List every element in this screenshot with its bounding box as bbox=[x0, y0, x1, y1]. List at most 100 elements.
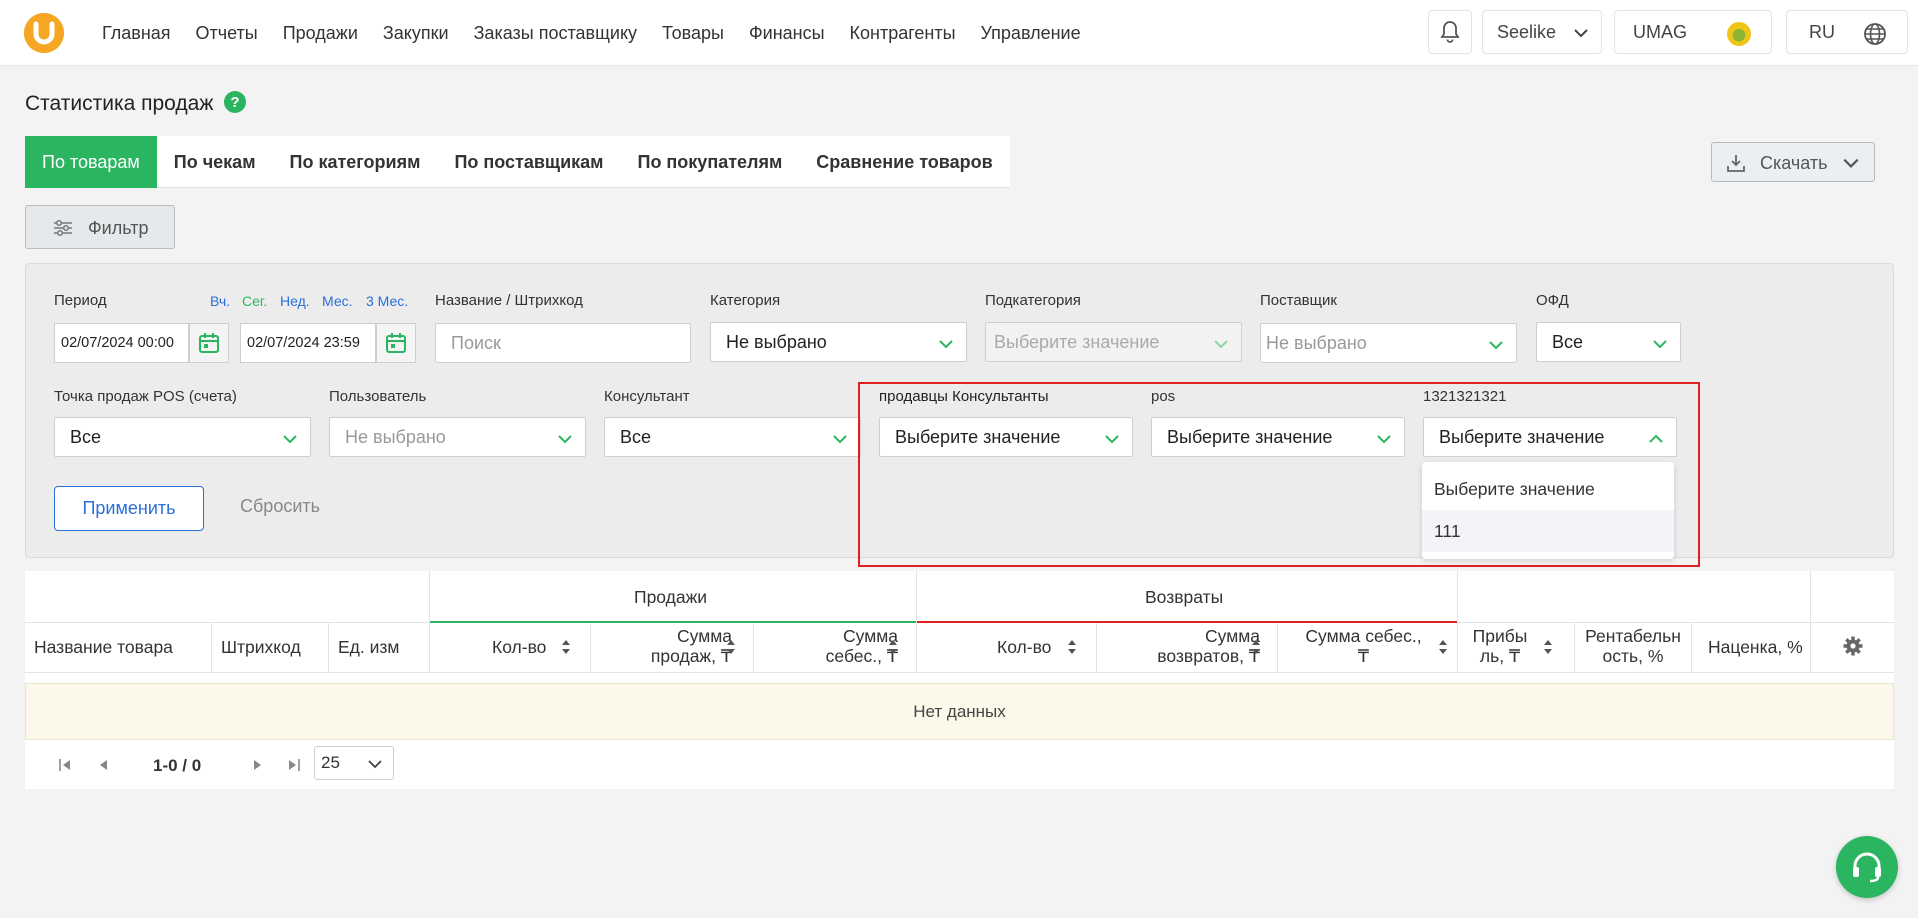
group-header-returns: Возвраты bbox=[1145, 587, 1224, 607]
col-return-sum-line2: возвратов, ₸ bbox=[1157, 646, 1260, 666]
quick-month[interactable]: Мес. bbox=[322, 293, 353, 309]
sort-icon[interactable] bbox=[1067, 639, 1077, 655]
tab-by-products[interactable]: По товарам bbox=[25, 136, 157, 188]
next-page-icon[interactable] bbox=[252, 758, 264, 772]
tab-by-categories[interactable]: По категориям bbox=[273, 136, 438, 188]
main-nav: Главная Отчеты Продажи Закупки Заказы по… bbox=[102, 0, 1106, 66]
gear-icon[interactable] bbox=[1843, 636, 1863, 656]
col-barcode[interactable]: Штрихкод bbox=[221, 637, 301, 658]
pos-label: Точка продаж POS (счета) bbox=[54, 388, 237, 405]
quick-yesterday[interactable]: Вч. bbox=[210, 293, 230, 309]
col-qty[interactable]: Кол-во bbox=[492, 637, 546, 658]
language-selector[interactable]: RU bbox=[1786, 10, 1908, 54]
date-to-input[interactable]: 02/07/2024 23:59 bbox=[240, 323, 376, 363]
filter-toggle-button[interactable]: Фильтр bbox=[25, 205, 175, 249]
nav-item-supplier-orders[interactable]: Заказы поставщику bbox=[474, 23, 637, 44]
ofd-value: Все bbox=[1552, 331, 1584, 352]
supplier-select[interactable]: Не выбрано bbox=[1260, 323, 1517, 363]
filter-label: Фильтр bbox=[88, 218, 149, 238]
tab-by-receipts[interactable]: По чекам bbox=[157, 136, 273, 188]
col-sales-sum-line2: продаж, ₸ bbox=[650, 646, 732, 666]
reset-button[interactable]: Сбросить bbox=[240, 496, 320, 517]
supplier-value: Не выбрано bbox=[1266, 332, 1367, 353]
dropdown-option[interactable]: 111 bbox=[1422, 510, 1674, 552]
quick-3-months[interactable]: 3 Мес. bbox=[366, 293, 408, 309]
first-page-icon[interactable] bbox=[58, 758, 72, 772]
col-return-sum[interactable]: Сумма возвратов, ₸ bbox=[1110, 626, 1260, 666]
quick-week[interactable]: Нед. bbox=[280, 293, 310, 309]
apply-button[interactable]: Применить bbox=[54, 486, 204, 531]
support-chat-button[interactable] bbox=[1836, 836, 1898, 898]
search-input[interactable]: Поиск bbox=[435, 323, 691, 363]
nav-item-products[interactable]: Товары bbox=[662, 23, 724, 44]
name-barcode-label: Название / Штрихкод bbox=[435, 292, 583, 309]
user-select[interactable]: Не выбрано bbox=[329, 417, 586, 457]
col-cost-sum[interactable]: Сумма себес., ₸ bbox=[785, 626, 898, 666]
help-icon[interactable]: ? bbox=[224, 91, 246, 113]
pagination: 1-0 / 0 25 bbox=[25, 741, 1894, 789]
col-return-cost[interactable]: Сумма себес., ₸ bbox=[1297, 626, 1430, 666]
download-label: Скачать bbox=[1760, 153, 1828, 173]
nav-item-contractors[interactable]: Контрагенты bbox=[850, 23, 956, 44]
subcategory-value: Выберите значение bbox=[994, 331, 1160, 352]
account-menu[interactable]: UMAG bbox=[1614, 10, 1772, 54]
top-navbar: Главная Отчеты Продажи Закупки Заказы по… bbox=[0, 0, 1918, 66]
period-label: Период bbox=[54, 292, 107, 309]
sort-icon[interactable] bbox=[1251, 639, 1261, 655]
col-profit[interactable]: Прибы ль, ₸ bbox=[1465, 626, 1535, 666]
consultant-label: Консультант bbox=[604, 388, 690, 405]
sort-icon[interactable] bbox=[561, 639, 571, 655]
col-unit[interactable]: Ед. изм bbox=[338, 637, 399, 658]
ofd-select[interactable]: Все bbox=[1536, 322, 1681, 362]
date-to-calendar-button[interactable] bbox=[376, 323, 416, 363]
chevron-down-icon bbox=[833, 435, 847, 444]
user-value: Не выбрано bbox=[345, 426, 446, 447]
page-size-select[interactable]: 25 bbox=[314, 746, 394, 780]
nav-item-finance[interactable]: Финансы bbox=[749, 23, 825, 44]
date-from-input[interactable]: 02/07/2024 00:00 bbox=[54, 323, 189, 363]
sort-icon[interactable] bbox=[1438, 639, 1448, 655]
col-profitability[interactable]: Рентабельн ость, % bbox=[1578, 626, 1688, 666]
sort-icon[interactable] bbox=[726, 639, 736, 655]
report-tabs: По товарам По чекам По категориям По пос… bbox=[25, 136, 1010, 188]
dropdown-option[interactable]: Выберите значение bbox=[1422, 468, 1674, 510]
tab-by-suppliers[interactable]: По поставщикам bbox=[437, 136, 620, 188]
last-page-icon[interactable] bbox=[287, 758, 301, 772]
chevron-down-icon bbox=[939, 340, 953, 349]
col-markup[interactable]: Наценка, % bbox=[1708, 637, 1803, 658]
download-icon bbox=[1727, 155, 1745, 172]
col-profitability-line2: ость, % bbox=[1602, 646, 1664, 666]
date-from-calendar-button[interactable] bbox=[189, 323, 229, 363]
category-select[interactable]: Не выбрано bbox=[710, 322, 967, 362]
prev-page-icon[interactable] bbox=[97, 758, 109, 772]
download-button[interactable]: Скачать bbox=[1711, 142, 1875, 182]
col-profitability-line1: Рентабельн bbox=[1585, 626, 1681, 646]
tab-product-comparison[interactable]: Сравнение товаров bbox=[799, 136, 1009, 188]
nav-item-purchases[interactable]: Закупки bbox=[383, 23, 449, 44]
nav-item-management[interactable]: Управление bbox=[981, 23, 1081, 44]
logo-u-icon bbox=[24, 13, 64, 53]
tab-by-customers[interactable]: По покупателям bbox=[621, 136, 800, 188]
calendar-icon bbox=[199, 333, 219, 353]
sort-icon[interactable] bbox=[888, 639, 898, 655]
col-sales-sum[interactable]: Сумма продаж, ₸ bbox=[620, 626, 732, 666]
company-selector[interactable]: Seelike bbox=[1482, 10, 1602, 54]
pos-select[interactable]: Все bbox=[54, 417, 311, 457]
consultant-select[interactable]: Все bbox=[604, 417, 861, 457]
nav-item-sales[interactable]: Продажи bbox=[283, 23, 358, 44]
chevron-down-icon bbox=[1214, 340, 1228, 349]
nav-item-home[interactable]: Главная bbox=[102, 23, 171, 44]
quick-today[interactable]: Сег. bbox=[242, 293, 267, 309]
nav-item-reports[interactable]: Отчеты bbox=[196, 23, 258, 44]
page-size-value: 25 bbox=[321, 753, 340, 772]
col-product-name[interactable]: Название товара bbox=[34, 637, 173, 658]
sort-icon[interactable] bbox=[1543, 639, 1553, 655]
col-return-cost-line2: ₸ bbox=[1357, 646, 1370, 666]
globe-icon bbox=[1864, 23, 1886, 45]
app-logo[interactable] bbox=[24, 13, 64, 53]
col-return-qty[interactable]: Кол-во bbox=[997, 637, 1051, 658]
notifications-button[interactable] bbox=[1428, 10, 1472, 54]
chevron-down-icon bbox=[1843, 158, 1859, 168]
calendar-icon bbox=[386, 333, 406, 353]
chevron-down-icon bbox=[1489, 341, 1503, 350]
